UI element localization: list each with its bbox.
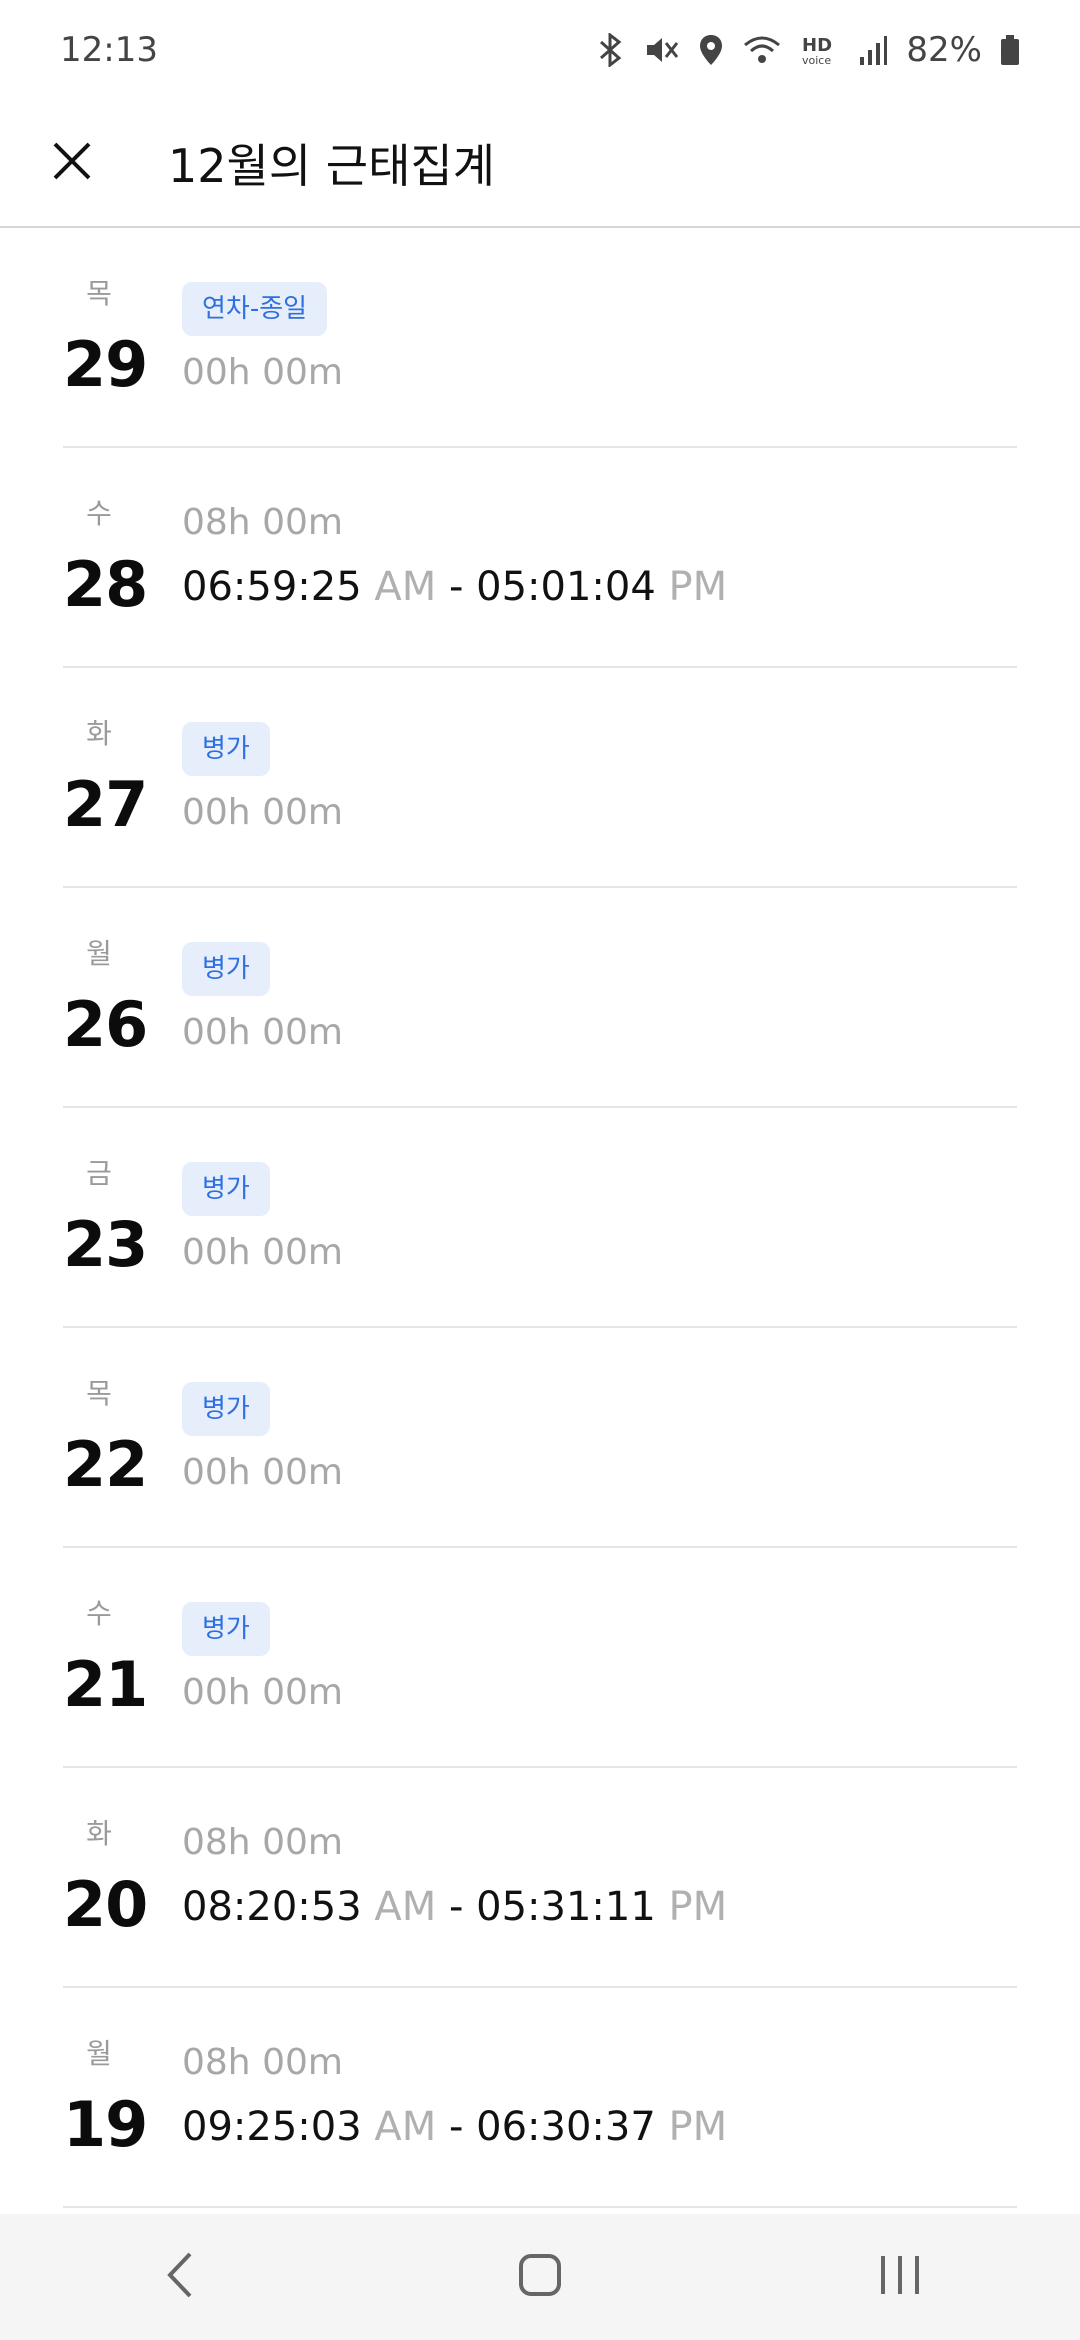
weekday-label: 수 xyxy=(86,1597,112,1630)
worked-hours: 00h 00m xyxy=(182,352,343,393)
worked-hours: 08h 00m xyxy=(182,502,343,543)
back-button[interactable] xyxy=(120,2227,240,2327)
day-number: 21 xyxy=(63,1648,148,1721)
recents-button[interactable] xyxy=(840,2227,960,2327)
list-item[interactable]: 목 29 연차-종일 00h 00m xyxy=(63,228,1017,448)
clock-out-time: 05:01:04 xyxy=(476,564,656,610)
status-badge: 병가 xyxy=(182,1382,270,1436)
day-number: 22 xyxy=(63,1428,148,1501)
status-bar: 12:13 HD voice 82% xyxy=(0,0,1080,100)
close-icon xyxy=(51,140,93,186)
home-icon xyxy=(517,2252,563,2302)
clock-in-time: 06:59:25 xyxy=(182,564,362,610)
status-badge: 병가 xyxy=(182,722,270,776)
clock-out-ampm: PM xyxy=(668,564,728,610)
day-number: 23 xyxy=(63,1208,148,1281)
clock-in-time: 09:25:03 xyxy=(182,2104,362,2150)
time-separator: - xyxy=(448,564,464,610)
battery-text: 82% xyxy=(906,30,982,70)
clock-in-ampm: AM xyxy=(374,2104,437,2150)
worked-hours: 00h 00m xyxy=(182,1452,343,1493)
home-button[interactable] xyxy=(480,2227,600,2327)
day-number: 27 xyxy=(63,768,148,841)
list-item[interactable]: 목 22 병가 00h 00m xyxy=(63,1328,1017,1548)
worked-hours: 08h 00m xyxy=(182,2042,343,2083)
recents-icon xyxy=(877,2252,923,2302)
day-number: 26 xyxy=(63,988,148,1061)
page-title: 12월의 근태집계 xyxy=(168,139,496,193)
signal-icon xyxy=(858,33,888,67)
day-number: 29 xyxy=(63,328,148,401)
svg-text:HD: HD xyxy=(802,35,832,56)
status-icons: HD voice 82% xyxy=(596,30,1020,70)
weekday-label: 월 xyxy=(86,2037,112,2070)
hd-voice-icon: HD voice xyxy=(800,33,840,67)
list-item[interactable]: 화 20 08h 00m 08:20:53 AM - 05:31:11 PM xyxy=(63,1768,1017,1988)
day-number: 20 xyxy=(63,1868,148,1941)
list-item[interactable]: 월 19 08h 00m 09:25:03 AM - 06:30:37 PM xyxy=(63,1988,1017,2208)
wifi-icon xyxy=(742,33,782,67)
time-separator: - xyxy=(448,2104,464,2150)
svg-text:voice: voice xyxy=(802,54,831,67)
worked-hours: 08h 00m xyxy=(182,1822,343,1863)
weekday-label: 월 xyxy=(86,937,112,970)
worked-hours: 00h 00m xyxy=(182,792,343,833)
list-item[interactable]: 월 26 병가 00h 00m xyxy=(63,888,1017,1108)
status-badge: 병가 xyxy=(182,1602,270,1656)
status-badge: 병가 xyxy=(182,942,270,996)
clock-times: 08:20:53 AM - 05:31:11 PM xyxy=(182,1884,1017,1930)
app-bar: 12월의 근태집계 xyxy=(0,100,1080,228)
weekday-label: 목 xyxy=(86,1377,112,1410)
system-nav-bar xyxy=(0,2214,1080,2340)
list-item[interactable]: 수 28 08h 00m 06:59:25 AM - 05:01:04 PM xyxy=(63,448,1017,668)
weekday-label: 화 xyxy=(86,1817,112,1850)
weekday-label: 금 xyxy=(86,1157,112,1190)
worked-hours: 00h 00m xyxy=(182,1232,343,1273)
list-item[interactable]: 금 23 병가 00h 00m xyxy=(63,1108,1017,1328)
status-time: 12:13 xyxy=(60,30,158,70)
status-badge: 병가 xyxy=(182,1162,270,1216)
clock-out-ampm: PM xyxy=(668,2104,728,2150)
battery-icon xyxy=(1000,33,1020,67)
worked-hours: 00h 00m xyxy=(182,1672,343,1713)
weekday-label: 수 xyxy=(86,497,112,530)
status-badge: 연차-종일 xyxy=(182,282,328,336)
clock-out-ampm: PM xyxy=(668,1884,728,1930)
back-icon xyxy=(160,2250,200,2304)
day-number: 19 xyxy=(63,2088,148,2161)
time-separator: - xyxy=(448,1884,464,1930)
weekday-label: 화 xyxy=(86,717,112,750)
location-icon xyxy=(698,33,724,67)
mute-icon xyxy=(644,33,680,67)
clock-out-time: 06:30:37 xyxy=(476,2104,656,2150)
clock-in-ampm: AM xyxy=(374,1884,437,1930)
close-button[interactable] xyxy=(36,127,108,199)
clock-out-time: 05:31:11 xyxy=(476,1884,656,1930)
weekday-label: 목 xyxy=(86,277,112,310)
clock-in-ampm: AM xyxy=(374,564,437,610)
clock-times: 09:25:03 AM - 06:30:37 PM xyxy=(182,2104,1017,2150)
clock-in-time: 08:20:53 xyxy=(182,1884,362,1930)
bluetooth-icon xyxy=(596,33,626,67)
attendance-list[interactable]: 목 29 연차-종일 00h 00m 수 28 08h 00m 06:59:25… xyxy=(0,228,1080,2214)
day-number: 28 xyxy=(63,548,148,621)
worked-hours: 00h 00m xyxy=(182,1012,343,1053)
clock-times: 06:59:25 AM - 05:01:04 PM xyxy=(182,564,1017,610)
list-item[interactable]: 수 21 병가 00h 00m xyxy=(63,1548,1017,1768)
list-item[interactable]: 화 27 병가 00h 00m xyxy=(63,668,1017,888)
